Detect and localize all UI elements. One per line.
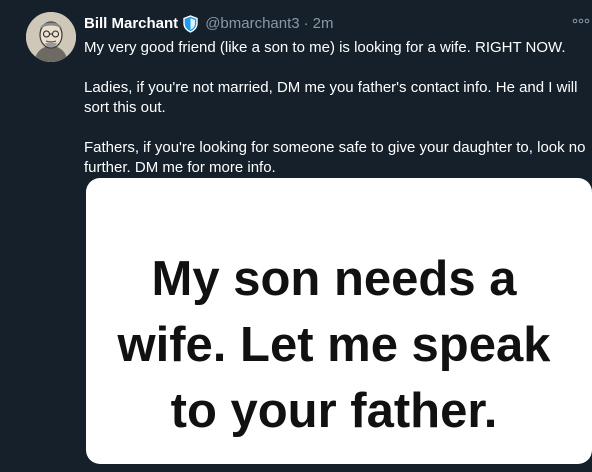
tweet[interactable]: Bill Marchant @bmarchant3 · 2m My very g… [0, 0, 592, 472]
tweet-paragraph: My very good friend (like a son to me) i… [84, 39, 566, 56]
author-handle[interactable]: @bmarchant3 [205, 14, 299, 34]
shield-badge-icon [182, 15, 199, 33]
author-name[interactable]: Bill Marchant [84, 14, 178, 34]
tweet-header: Bill Marchant @bmarchant3 · 2m [84, 14, 333, 34]
avatar[interactable] [26, 12, 76, 62]
tweet-paragraph: Fathers, if you're looking for someone s… [84, 139, 586, 176]
tweet-timestamp[interactable]: 2m [313, 14, 334, 34]
media-caption-text: My son needs a wife. Let me speak to you… [117, 252, 551, 438]
header-separator: · [303, 15, 309, 32]
tweet-paragraph: Ladies, if you're not married, DM me you… [84, 79, 578, 116]
tweet-media-image[interactable]: My son needs a wife. Let me speak to you… [86, 178, 592, 464]
avatar-portrait-icon [26, 12, 76, 62]
tweet-body: My very good friend (like a son to me) i… [84, 38, 592, 198]
more-options-icon[interactable] [572, 16, 590, 28]
